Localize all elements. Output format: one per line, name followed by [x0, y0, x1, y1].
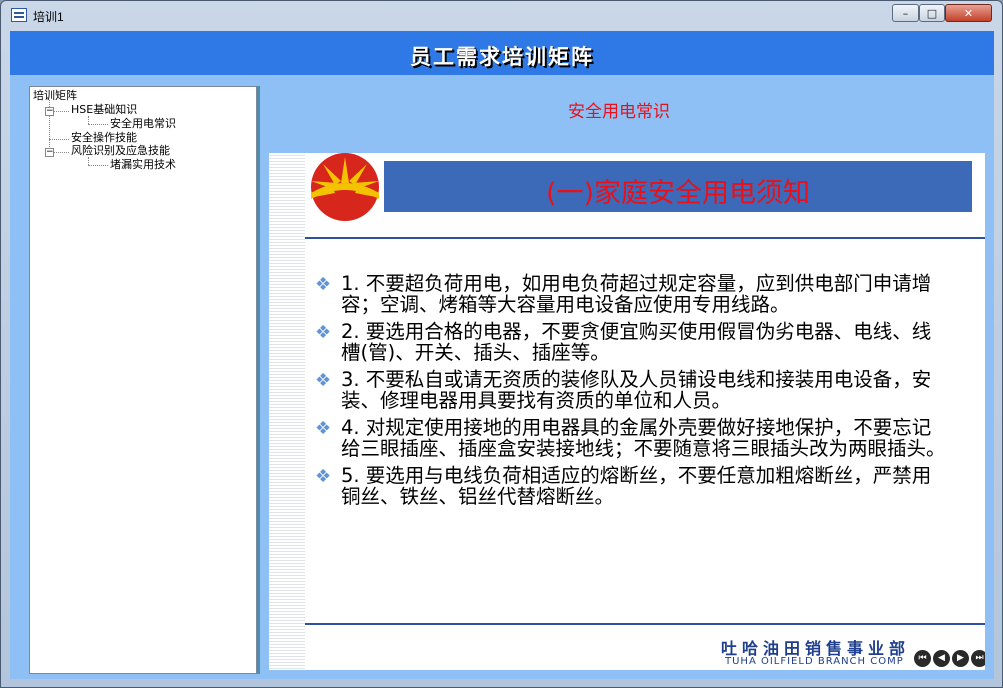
footer-company-english: TUHA OILFIELD BRANCH COMP	[725, 656, 904, 667]
tree-item-leak-sealing[interactable]: 堵漏实用技术	[110, 158, 176, 171]
list-item-text: 3. 不要私自或请无资质的装修队及人员铺设电线和接装用电设备，安装、修理电器用具…	[341, 368, 932, 412]
tree-connector	[88, 116, 89, 124]
diamond-bullet-icon: ❖	[315, 466, 332, 487]
list-item-text: 2. 要选用合格的电器，不要贪便宜购买使用假冒伪劣电器、电线、线槽(管)、开关、…	[341, 320, 932, 364]
list-item-text: 5. 要选用与电线负荷相适应的熔断丝，不要任意加粗熔断丝，严禁用铜丝、铁丝、铝丝…	[341, 464, 932, 508]
last-slide-icon[interactable]: ⏭	[971, 650, 985, 667]
company-logo-icon	[311, 153, 379, 221]
tree-item-hse-basics[interactable]: HSE基础知识	[71, 103, 137, 116]
tree-item-operation-skills[interactable]: 安全操作技能	[71, 131, 137, 144]
list-item-text: 1. 不要超负荷用电，如用电负荷超过规定容量，应到供电部门申请增容；空调、烤箱等…	[341, 272, 932, 316]
collapse-toggle-icon[interactable]: −	[45, 107, 54, 116]
tree-connector	[49, 139, 69, 140]
diamond-bullet-icon: ❖	[315, 370, 332, 391]
slide-heading-banner: (一)家庭安全用电须知	[384, 161, 972, 212]
tree-connector	[88, 157, 89, 165]
maximize-button[interactable]: □	[919, 4, 945, 22]
header-bar: 员工需求培训矩阵	[10, 31, 994, 75]
minimize-button[interactable]: –	[892, 4, 919, 22]
list-item: ❖ 5. 要选用与电线负荷相适应的熔断丝，不要任意加粗熔断丝，严禁用铜丝、铁丝、…	[309, 465, 949, 507]
diamond-bullet-icon: ❖	[315, 322, 332, 343]
list-item: ❖ 3. 不要私自或请无资质的装修队及人员铺设电线和接装用电设备，安装、修理电器…	[309, 369, 949, 411]
collapse-toggle-icon[interactable]: −	[45, 148, 54, 157]
form-client-area: 员工需求培训矩阵 培训矩阵 − HSE基础知识 安全用电常识 安全操作技能 − …	[10, 31, 994, 679]
first-slide-icon[interactable]: ⏮	[914, 650, 931, 667]
previous-slide-icon[interactable]: ◀	[933, 650, 950, 667]
diamond-bullet-icon: ❖	[315, 418, 332, 439]
list-item: ❖ 2. 要选用合格的电器，不要贪便宜购买使用假冒伪劣电器、电线、线槽(管)、开…	[309, 321, 949, 363]
tree-root-item[interactable]: 培训矩阵	[33, 89, 77, 102]
tree-item-risk-emergency[interactable]: 风险识别及应急技能	[71, 144, 170, 157]
close-button[interactable]: ✕	[945, 4, 992, 22]
slide-stripe-decoration	[269, 153, 305, 670]
divider	[305, 237, 985, 239]
list-item: ❖ 4. 对规定使用接地的用电器具的金属外壳要做好接地保护，不要忘记给三眼插座、…	[309, 417, 949, 459]
tree-connector	[88, 165, 108, 166]
slide-heading: (一)家庭安全用电须知	[545, 178, 811, 209]
app-window: 培训1 – □ ✕ 员工需求培训矩阵 培训矩阵 − HSE基础知识 安全用电常识…	[0, 0, 1003, 688]
tree-item-electrical-safety[interactable]: 安全用电常识	[110, 117, 176, 130]
list-item-text: 4. 对规定使用接地的用电器具的金属外壳要做好接地保护，不要忘记给三眼插座、插座…	[341, 416, 946, 460]
list-item: ❖ 1. 不要超负荷用电，如用电负荷超过规定容量，应到供电部门申请增容；空调、烤…	[309, 273, 949, 315]
diamond-bullet-icon: ❖	[315, 274, 332, 295]
title-bar[interactable]: 培训1 – □ ✕	[1, 1, 1002, 31]
safety-rules-list: ❖ 1. 不要超负荷用电，如用电负荷超过规定容量，应到供电部门申请增容；空调、烤…	[309, 273, 949, 513]
section-title: 安全用电常识	[568, 102, 670, 122]
next-slide-icon[interactable]: ▶	[952, 650, 969, 667]
tree-connector	[88, 124, 108, 125]
window-title: 培训1	[33, 10, 64, 24]
divider	[305, 623, 985, 625]
slide-viewer: (一)家庭安全用电须知 ❖ 1. 不要超负荷用电，如用电负荷超过规定容量，应到供…	[269, 153, 985, 670]
tree-border	[257, 86, 260, 674]
page-title: 员工需求培训矩阵	[410, 44, 594, 69]
form-icon	[11, 8, 27, 22]
training-tree[interactable]: 培训矩阵 − HSE基础知识 安全用电常识 安全操作技能 − 风险识别及应急技能…	[29, 86, 257, 674]
